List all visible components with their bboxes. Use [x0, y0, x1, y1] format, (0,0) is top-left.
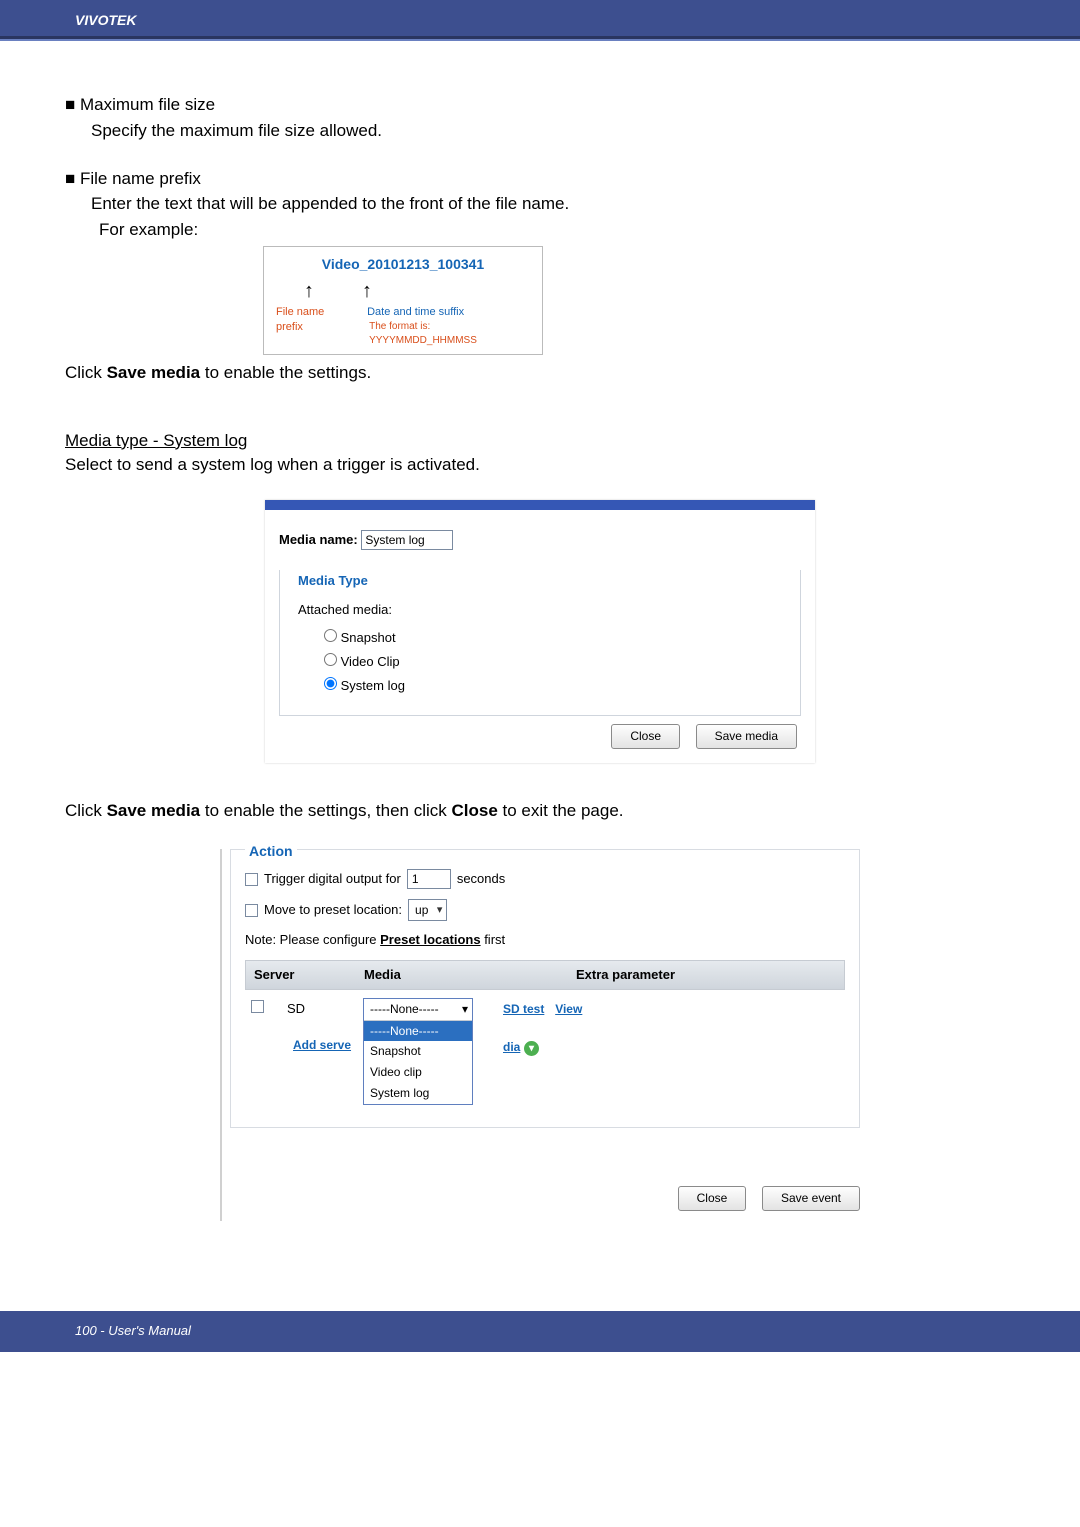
text: Click — [65, 801, 107, 820]
view-link[interactable]: View — [555, 1002, 582, 1016]
bullet-max-filesize-desc: Specify the maximum file size allowed. — [91, 119, 1015, 143]
radio-label: Video Clip — [341, 654, 400, 669]
bullet-filename-prefix-desc: Enter the text that will be appended to … — [91, 192, 1015, 216]
action-close-button[interactable]: Close — [678, 1186, 747, 1211]
filename-example-box: Video_20101213_100341 ↑ ↑ File name pref… — [263, 246, 543, 355]
brand-text: VIVOTEK — [75, 12, 136, 28]
media-type-systemlog-heading: Media type - System log — [65, 429, 1015, 453]
example-format-label: The format is: YYYYMMDD_HHMMSS — [369, 320, 530, 348]
green-arrow-icon[interactable]: ▾ — [524, 1041, 539, 1056]
preset-locations-link[interactable]: Preset locations — [380, 932, 480, 947]
trigger-label: Trigger digital output for — [264, 870, 401, 888]
page-header: VIVOTEK — [0, 0, 1080, 39]
page-footer: 100 - User's Manual — [0, 1311, 1080, 1352]
trigger-seconds-input[interactable] — [407, 869, 451, 889]
example-filename: Video_20101213_100341 — [276, 255, 530, 275]
radio-videoclip-input[interactable] — [324, 653, 337, 666]
text: Click — [65, 363, 107, 382]
th-server: Server — [246, 961, 356, 989]
media-name-input[interactable] — [361, 530, 453, 550]
footer-text: 100 - User's Manual — [75, 1323, 191, 1338]
radio-systemlog-input[interactable] — [324, 677, 337, 690]
text: to exit the page. — [498, 801, 624, 820]
preset-value: up — [415, 902, 428, 919]
arrow-up-icon: ↑ — [362, 281, 372, 301]
example-label: For example: — [99, 218, 1015, 242]
th-media: Media — [356, 961, 516, 989]
trigger-checkbox[interactable] — [245, 873, 258, 886]
page-content: ■ Maximum file size Specify the maximum … — [0, 43, 1080, 1251]
sd-label: SD — [287, 998, 353, 1018]
dropdown-option-snapshot[interactable]: Snapshot — [364, 1041, 472, 1062]
move-preset-row: Move to preset location: up — [245, 899, 845, 921]
sd-checkbox[interactable] — [251, 1000, 264, 1013]
action-panel: Action Trigger digital output for second… — [220, 849, 860, 1221]
th-extra: Extra parameter — [516, 961, 844, 989]
attached-media-label: Attached media: — [298, 601, 784, 619]
save-event-button[interactable]: Save event — [762, 1186, 860, 1211]
trigger-digital-output-row: Trigger digital output for seconds — [245, 869, 845, 889]
action-fieldset: Action Trigger digital output for second… — [230, 849, 860, 1128]
radio-label: System log — [341, 678, 405, 693]
dropdown-option-videoclip[interactable]: Video clip — [364, 1062, 472, 1083]
add-server-link[interactable]: Add serve — [293, 1038, 351, 1052]
text: to enable the settings. — [200, 363, 371, 382]
bold-save-media: Save media — [107, 363, 201, 382]
radio-label: Snapshot — [341, 630, 396, 645]
radio-systemlog[interactable]: System log — [324, 677, 784, 695]
media-type-systemlog-desc: Select to send a system log when a trigg… — [65, 453, 1015, 477]
media-name-label: Media name: — [279, 532, 358, 547]
action-legend: Action — [245, 843, 297, 859]
click-save-line-1: Click Save media to enable the settings. — [65, 361, 1015, 385]
example-suffix-label: Date and time suffix — [367, 305, 530, 320]
seconds-label: seconds — [457, 870, 505, 888]
dropdown-selected[interactable]: -----None----- — [364, 999, 472, 1021]
media-name-row: Media name: — [279, 528, 801, 560]
move-preset-checkbox[interactable] — [245, 904, 258, 917]
text: Note: Please configure — [245, 932, 380, 947]
arrow-up-icon: ↑ — [304, 281, 314, 301]
bold-close: Close — [452, 801, 498, 820]
text: to enable the settings, then click — [200, 801, 451, 820]
table-row: SD -----None----- -----None----- Snapsho… — [245, 990, 845, 1113]
bullet-filename-prefix-title: ■ File name prefix — [65, 167, 1015, 191]
action-table-header: Server Media Extra parameter — [245, 960, 845, 990]
bullet-max-filesize-title: ■ Maximum file size — [65, 93, 1015, 117]
close-button[interactable]: Close — [611, 724, 680, 749]
preset-select[interactable]: up — [408, 899, 447, 921]
media-dropdown-open[interactable]: -----None----- -----None----- Snapshot V… — [363, 998, 473, 1105]
sd-test-link[interactable]: SD test — [503, 1002, 544, 1016]
radio-videoclip[interactable]: Video Clip — [324, 653, 784, 671]
save-media-button[interactable]: Save media — [696, 724, 797, 749]
radio-snapshot[interactable]: Snapshot — [324, 629, 784, 647]
header-underline — [0, 39, 1080, 41]
dropdown-option-none[interactable]: -----None----- — [364, 1021, 472, 1042]
bold-save-media: Save media — [107, 801, 201, 820]
example-prefix-label: File name prefix — [276, 305, 349, 348]
media-type-fieldset: Media Type Attached media: Snapshot Vide… — [279, 570, 801, 716]
media-type-legend: Media Type — [294, 572, 782, 590]
move-preset-label: Move to preset location: — [264, 901, 402, 919]
click-save-then-close-line: Click Save media to enable the settings,… — [65, 799, 1015, 823]
dia-link[interactable]: dia — [503, 1040, 520, 1054]
text: first — [481, 932, 506, 947]
preset-note: Note: Please configure Preset locations … — [245, 931, 845, 949]
radio-snapshot-input[interactable] — [324, 629, 337, 642]
dropdown-option-systemlog[interactable]: System log — [364, 1083, 472, 1104]
media-dialog: Media name: Media Type Attached media: S… — [265, 500, 815, 763]
